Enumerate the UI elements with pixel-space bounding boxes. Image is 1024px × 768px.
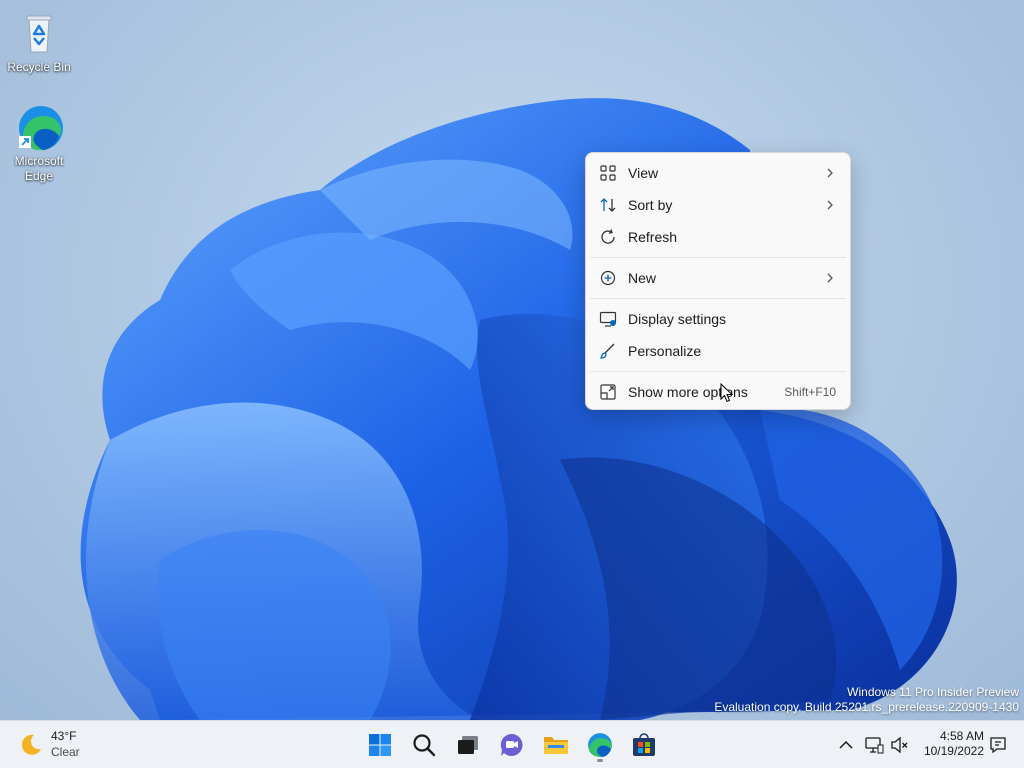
system-clock[interactable]: 4:58 AM 10/19/2022	[918, 729, 984, 759]
menu-item-sort-by[interactable]: Sort by	[586, 189, 850, 221]
menu-item-view[interactable]: View	[586, 157, 850, 189]
start-icon	[369, 734, 391, 756]
watermark-line-2: Evaluation copy. Build 25201.rs_prerelea…	[714, 700, 1019, 714]
desktop-icon-recycle-bin[interactable]: Recycle Bin	[3, 10, 75, 75]
menu-item-refresh[interactable]: Refresh	[586, 221, 850, 253]
display-settings-icon	[599, 311, 617, 327]
file-explorer-button[interactable]	[538, 727, 574, 763]
taskbar: 43°F Clear 4:58 AM 10/19/2022	[0, 720, 1024, 768]
moon-icon	[21, 734, 41, 755]
menu-item-label: New	[628, 270, 657, 286]
running-indicator	[597, 759, 603, 762]
menu-item-new[interactable]: New	[586, 262, 850, 294]
new-plus-icon	[600, 270, 616, 286]
weather-temperature: 43°F	[51, 729, 77, 743]
desktop-icon-label: Microsoft	[14, 154, 64, 168]
sort-icon	[600, 198, 616, 212]
store-button[interactable]	[626, 727, 662, 763]
start-button[interactable]	[362, 727, 398, 763]
edge-icon	[15, 104, 63, 152]
desktop[interactable]: Recycle Bin Microsoft Edge Windows 11 Pr…	[0, 0, 1024, 720]
edge-icon	[588, 733, 612, 758]
menu-item-label: View	[628, 165, 659, 181]
desktop-icon-label: Recycle Bin	[7, 60, 71, 74]
personalize-brush-icon	[600, 343, 615, 359]
menu-item-label: Personalize	[628, 343, 702, 359]
view-grid-icon	[600, 165, 616, 181]
weather-widget[interactable]: 43°F Clear	[18, 728, 98, 762]
recycle-bin-icon	[15, 10, 63, 58]
mouse-cursor-icon	[720, 383, 734, 403]
chat-button[interactable]	[494, 727, 530, 763]
menu-item-show-more-options[interactable]: Show more options Shift+F10	[586, 376, 850, 408]
task-view-icon	[458, 736, 478, 754]
desktop-context-menu: View Sort by Refresh New Display setting…	[585, 152, 851, 410]
watermark-line-1: Windows 11 Pro Insider Preview	[847, 685, 1019, 699]
menu-item-label: Refresh	[628, 229, 678, 245]
refresh-icon	[601, 229, 615, 244]
desktop-icon-label: Edge	[24, 169, 54, 183]
build-watermark: Windows 11 Pro Insider Preview Evaluatio…	[714, 685, 1019, 715]
menu-item-display-settings[interactable]: Display settings	[586, 303, 850, 335]
menu-item-label: Display settings	[628, 311, 727, 327]
task-view-button[interactable]	[450, 727, 486, 763]
menu-item-label: Sort by	[628, 197, 673, 213]
edge-taskbar-button[interactable]	[582, 727, 618, 763]
weather-condition: Clear	[51, 745, 80, 759]
wallpaper-bloom	[80, 98, 957, 720]
search-button[interactable]	[406, 727, 442, 763]
file-explorer-icon	[544, 737, 568, 754]
desktop-icon-microsoft-edge[interactable]: Microsoft Edge	[3, 104, 75, 184]
menu-separator	[590, 257, 846, 258]
menu-separator	[590, 298, 846, 299]
store-icon	[633, 733, 655, 756]
notification-icon[interactable]	[988, 735, 1008, 755]
chat-icon	[500, 733, 523, 756]
show-more-icon	[600, 384, 616, 400]
volume-muted-icon[interactable]	[890, 735, 910, 755]
network-icon[interactable]	[864, 735, 884, 755]
chevron-up-icon[interactable]	[836, 735, 856, 755]
chevron-right-icon	[827, 168, 833, 178]
clock-time: 4:58 AM	[939, 729, 984, 743]
menu-separator	[590, 371, 846, 372]
clock-date: 10/19/2022	[923, 744, 984, 758]
chevron-right-icon	[827, 200, 833, 210]
chevron-right-icon	[827, 273, 833, 283]
search-icon	[413, 734, 436, 757]
menu-item-shortcut: Shift+F10	[784, 385, 836, 399]
menu-item-personalize[interactable]: Personalize	[586, 335, 850, 367]
